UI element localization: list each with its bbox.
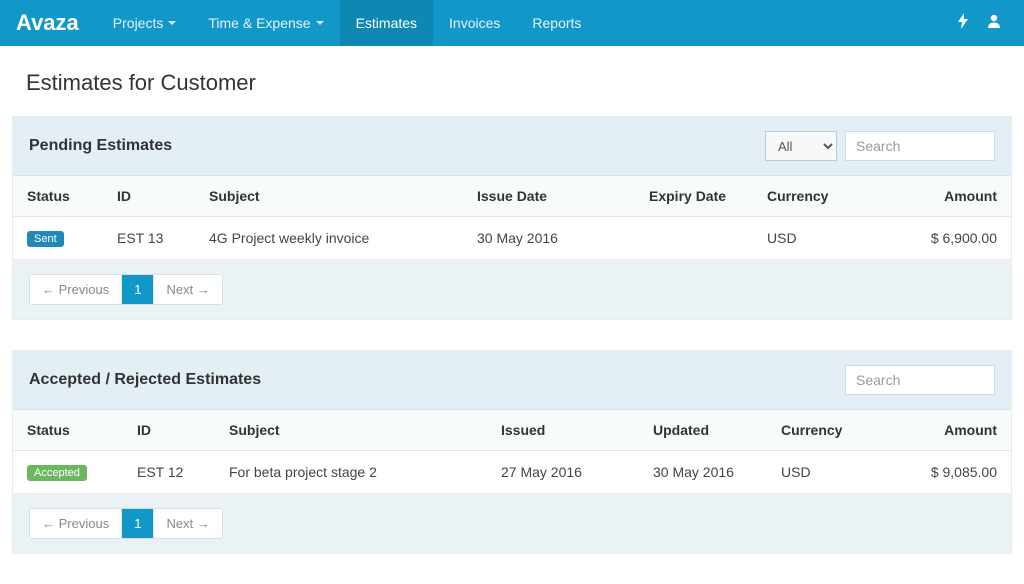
col-currency: Currency bbox=[753, 176, 893, 217]
panel-footer: ← Previous 1 Next → bbox=[13, 494, 1011, 553]
pending-estimates-panel: Pending Estimates All Status ID Subject … bbox=[12, 116, 1012, 320]
page-number[interactable]: 1 bbox=[122, 509, 154, 538]
nav-label: Invoices bbox=[449, 15, 500, 31]
page-number[interactable]: 1 bbox=[122, 275, 154, 304]
cell-expiry-date bbox=[635, 217, 753, 260]
navbar: Avaza Projects Time & Expense Estimates … bbox=[0, 0, 1024, 46]
next-button[interactable]: Next → bbox=[154, 509, 221, 538]
col-amount: Amount bbox=[893, 176, 1011, 217]
nav-estimates[interactable]: Estimates bbox=[340, 0, 433, 46]
nav-label: Reports bbox=[532, 15, 581, 31]
panel-title: Accepted / Rejected Estimates bbox=[29, 371, 845, 389]
bolt-icon[interactable] bbox=[958, 13, 968, 34]
nav-label: Estimates bbox=[356, 15, 417, 31]
cell-currency: USD bbox=[767, 451, 897, 494]
accepted-table: Status ID Subject Issued Updated Currenc… bbox=[13, 410, 1011, 494]
col-status: Status bbox=[13, 410, 123, 451]
cell-issue-date: 30 May 2016 bbox=[463, 217, 635, 260]
col-currency: Currency bbox=[767, 410, 897, 451]
cell-amount: $ 9,085.00 bbox=[897, 451, 1011, 494]
col-issue-date: Issue Date bbox=[463, 176, 635, 217]
pagination: ← Previous 1 Next → bbox=[29, 508, 223, 539]
nav-right bbox=[958, 0, 1008, 46]
brand-logo[interactable]: Avaza bbox=[16, 0, 97, 46]
col-status: Status bbox=[13, 176, 103, 217]
table-row[interactable]: Accepted EST 12 For beta project stage 2… bbox=[13, 451, 1011, 494]
col-id: ID bbox=[123, 410, 215, 451]
user-icon[interactable] bbox=[986, 13, 1002, 34]
cell-amount: $ 6,900.00 bbox=[893, 217, 1011, 260]
panel-footer: ← Previous 1 Next → bbox=[13, 260, 1011, 319]
nav-invoices[interactable]: Invoices bbox=[433, 0, 516, 46]
filter-select[interactable]: All bbox=[765, 131, 837, 161]
cell-status: Accepted bbox=[13, 451, 123, 494]
panel-title: Pending Estimates bbox=[29, 137, 765, 155]
col-subject: Subject bbox=[215, 410, 487, 451]
cell-currency: USD bbox=[753, 217, 893, 260]
table-row[interactable]: Sent EST 13 4G Project weekly invoice 30… bbox=[13, 217, 1011, 260]
page-title: Estimates for Customer bbox=[0, 46, 1024, 116]
chevron-down-icon bbox=[168, 21, 176, 25]
cell-subject: For beta project stage 2 bbox=[215, 451, 487, 494]
cell-issued: 27 May 2016 bbox=[487, 451, 639, 494]
prev-button[interactable]: ← Previous bbox=[30, 509, 122, 538]
panel-header: Pending Estimates All bbox=[13, 117, 1011, 176]
col-expiry-date: Expiry Date bbox=[635, 176, 753, 217]
table-header-row: Status ID Subject Issued Updated Currenc… bbox=[13, 410, 1011, 451]
table-header-row: Status ID Subject Issue Date Expiry Date… bbox=[13, 176, 1011, 217]
col-updated: Updated bbox=[639, 410, 767, 451]
accepted-rejected-panel: Accepted / Rejected Estimates Status ID … bbox=[12, 350, 1012, 554]
panel-controls bbox=[845, 365, 995, 395]
nav-label: Projects bbox=[113, 15, 164, 31]
search-input[interactable] bbox=[845, 131, 995, 161]
cell-status: Sent bbox=[13, 217, 103, 260]
panel-controls: All bbox=[765, 131, 995, 161]
chevron-down-icon bbox=[316, 21, 324, 25]
nav-label: Time & Expense bbox=[208, 15, 310, 31]
pending-table: Status ID Subject Issue Date Expiry Date… bbox=[13, 176, 1011, 260]
col-subject: Subject bbox=[195, 176, 463, 217]
search-input[interactable] bbox=[845, 365, 995, 395]
nav-time-expense[interactable]: Time & Expense bbox=[192, 0, 339, 46]
cell-subject: 4G Project weekly invoice bbox=[195, 217, 463, 260]
col-issued: Issued bbox=[487, 410, 639, 451]
col-id: ID bbox=[103, 176, 195, 217]
next-button[interactable]: Next → bbox=[154, 275, 221, 304]
col-amount: Amount bbox=[897, 410, 1011, 451]
pagination: ← Previous 1 Next → bbox=[29, 274, 223, 305]
status-badge: Accepted bbox=[27, 465, 87, 481]
status-badge: Sent bbox=[27, 231, 64, 247]
nav-reports[interactable]: Reports bbox=[516, 0, 597, 46]
cell-id: EST 13 bbox=[103, 217, 195, 260]
panel-header: Accepted / Rejected Estimates bbox=[13, 351, 1011, 410]
cell-id: EST 12 bbox=[123, 451, 215, 494]
cell-updated: 30 May 2016 bbox=[639, 451, 767, 494]
nav-projects[interactable]: Projects bbox=[97, 0, 193, 46]
prev-button[interactable]: ← Previous bbox=[30, 275, 122, 304]
